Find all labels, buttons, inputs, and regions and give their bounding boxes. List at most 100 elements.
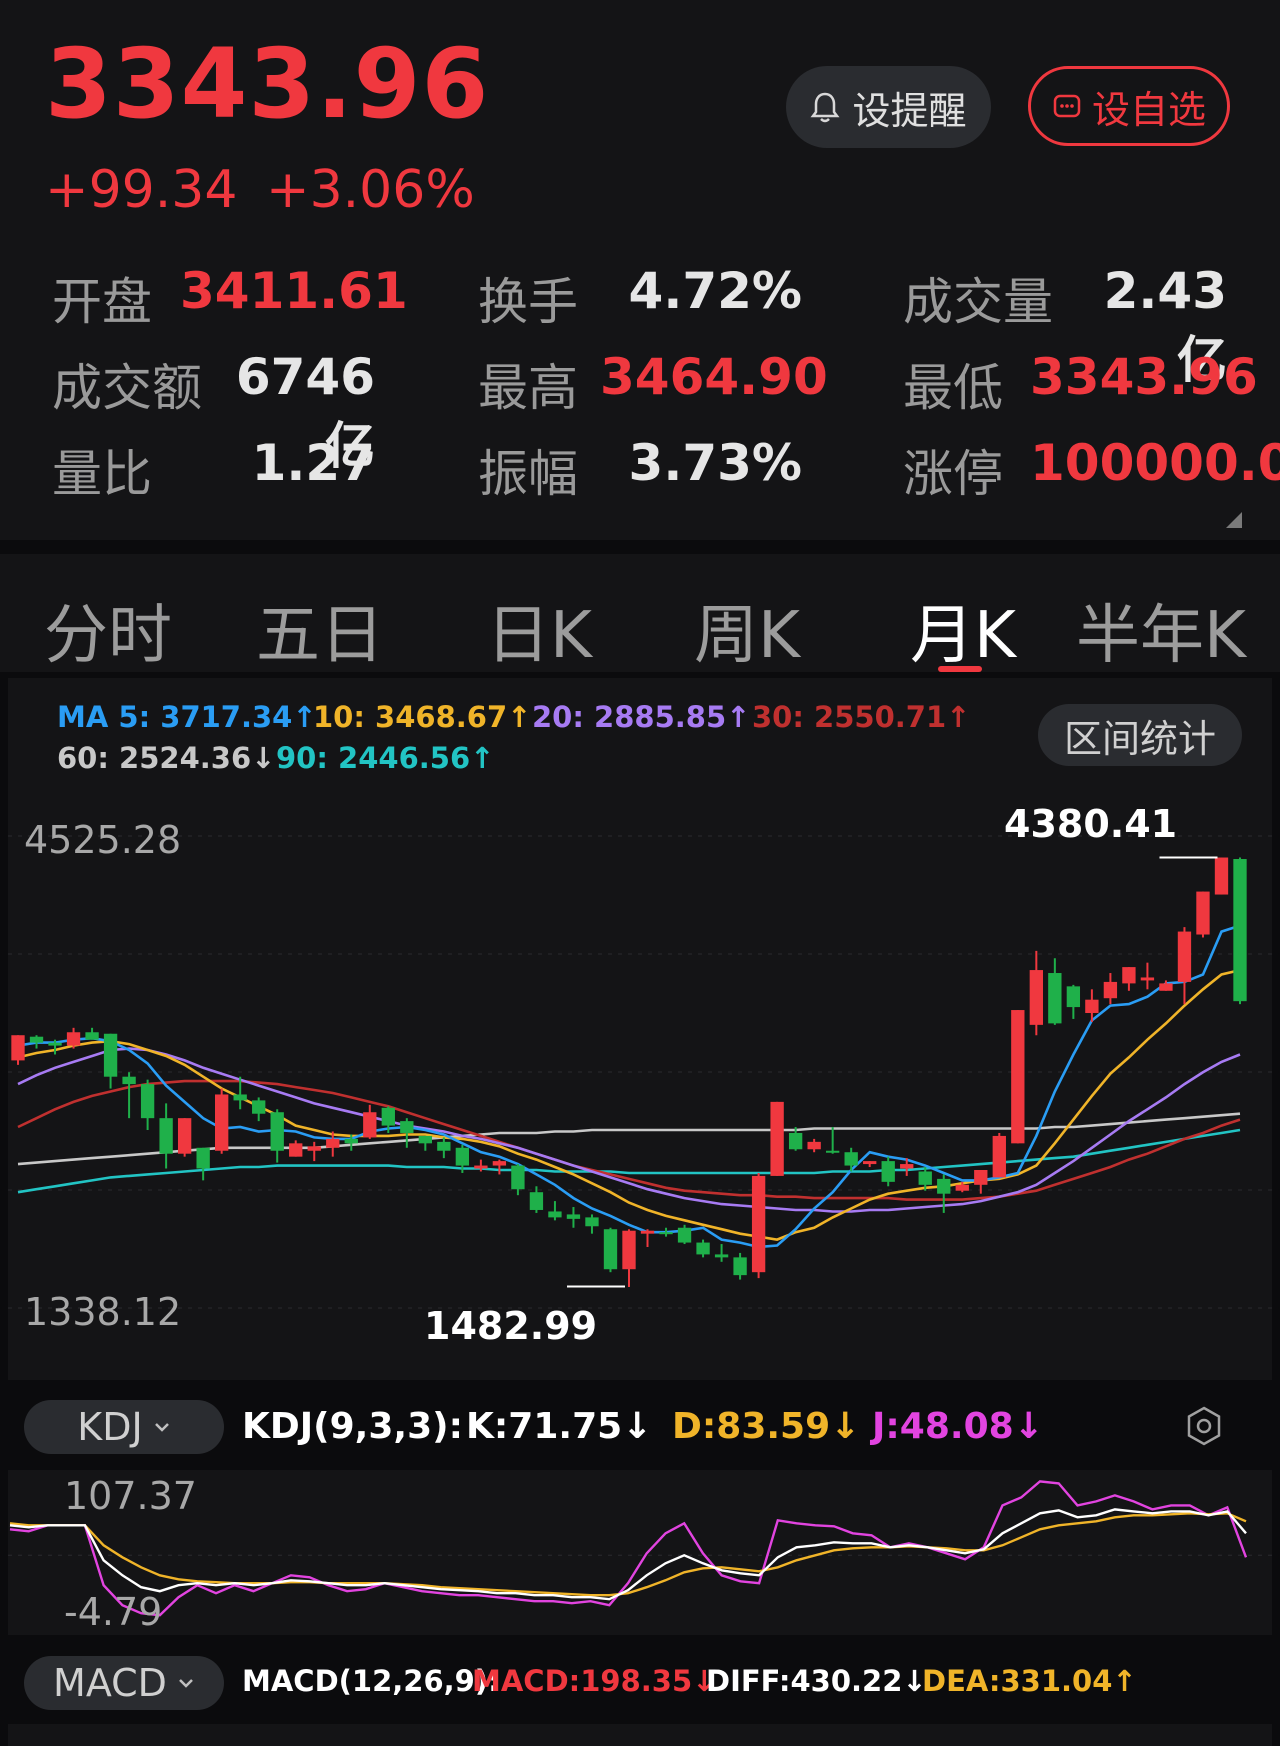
set-reminder-button[interactable]: 设提醒 bbox=[786, 66, 991, 148]
candle bbox=[622, 1229, 636, 1287]
amplitude-label: 振幅 bbox=[478, 445, 578, 503]
quote-header: 3343.96 +99.34 +3.06% 设提醒 设自选 开盘 3411.61… bbox=[0, 0, 1280, 540]
candle bbox=[400, 1118, 414, 1148]
candle-body bbox=[1066, 986, 1081, 1008]
candle-body bbox=[529, 1192, 544, 1210]
candle bbox=[1214, 857, 1229, 895]
candle-body bbox=[103, 1033, 118, 1077]
candle bbox=[307, 1141, 321, 1162]
kdj-selector-label: KDJ bbox=[77, 1405, 143, 1449]
add-watchlist-button[interactable]: 设自选 bbox=[1028, 66, 1230, 146]
candle bbox=[585, 1214, 599, 1234]
candle bbox=[140, 1079, 155, 1131]
kdj-params: KDJ(9,3,3): bbox=[242, 1406, 463, 1447]
candle bbox=[196, 1147, 210, 1181]
macd-panel bbox=[8, 1724, 1272, 1746]
macd-selector-label: MACD bbox=[53, 1661, 167, 1705]
chevron-down-icon bbox=[179, 1679, 193, 1688]
limit-up-value: 100000.0 bbox=[1030, 434, 1280, 492]
candle bbox=[1196, 891, 1210, 938]
chevron-down-icon bbox=[154, 1423, 169, 1432]
candle-body bbox=[492, 1161, 507, 1166]
candle-body bbox=[11, 1035, 25, 1061]
candle-body bbox=[659, 1232, 673, 1235]
candle-body bbox=[918, 1171, 932, 1185]
candle-body bbox=[1233, 858, 1247, 1002]
candle bbox=[770, 1101, 784, 1176]
settings-icon[interactable] bbox=[1184, 1404, 1224, 1448]
amplitude-value: 3.73% bbox=[628, 434, 802, 492]
candle bbox=[844, 1147, 858, 1172]
candle bbox=[11, 1035, 25, 1065]
candle-body bbox=[733, 1257, 747, 1276]
candle-body bbox=[196, 1147, 210, 1169]
candle-body bbox=[1177, 931, 1192, 982]
candle bbox=[603, 1227, 618, 1273]
limit-up-label: 涨停 bbox=[903, 445, 1003, 503]
candle-body bbox=[566, 1214, 581, 1219]
candle-body bbox=[548, 1211, 562, 1218]
candle bbox=[677, 1224, 692, 1245]
tab-five-day[interactable]: 五日 bbox=[256, 584, 384, 676]
candle-body bbox=[826, 1150, 840, 1153]
tab-weekly-k[interactable]: 周K bbox=[694, 584, 800, 676]
turnover-value: 4.72% bbox=[628, 262, 802, 320]
candle-body bbox=[900, 1164, 914, 1169]
turnover-label: 换手 bbox=[478, 273, 578, 331]
candle bbox=[1177, 927, 1192, 1005]
candle-body bbox=[1048, 973, 1062, 1024]
candle bbox=[289, 1140, 303, 1157]
candle bbox=[548, 1201, 562, 1221]
tab-intraday[interactable]: 分时 bbox=[44, 584, 172, 676]
candle bbox=[103, 1033, 118, 1089]
tab-monthly-k[interactable]: 月K bbox=[910, 584, 1016, 676]
candle bbox=[659, 1227, 673, 1237]
candle bbox=[640, 1229, 655, 1248]
amount-label: 成交额 bbox=[52, 359, 202, 417]
candle bbox=[418, 1135, 432, 1151]
candle bbox=[66, 1027, 81, 1049]
macd-value: MACD:198.35↓ bbox=[472, 1664, 717, 1698]
tab-half-year-k-label: 半年K bbox=[1076, 599, 1246, 673]
candle-body bbox=[696, 1242, 710, 1255]
range-stats-button[interactable]: 区间统计 bbox=[1038, 704, 1242, 766]
kdj-k-value: K:71.75↓ bbox=[466, 1406, 653, 1447]
candle-body bbox=[844, 1152, 858, 1166]
candle-body bbox=[177, 1118, 192, 1154]
ma20-legend: 20: 2885.85↑ bbox=[532, 700, 751, 734]
candle bbox=[566, 1207, 581, 1228]
candle bbox=[992, 1132, 1006, 1178]
candle bbox=[1233, 857, 1247, 1005]
candle-body bbox=[511, 1165, 525, 1190]
candle bbox=[1103, 973, 1118, 1005]
expand-corner-icon[interactable] bbox=[1226, 512, 1242, 528]
high-label: 最高 bbox=[478, 359, 578, 417]
candle-body bbox=[770, 1101, 784, 1176]
candle bbox=[714, 1244, 729, 1262]
add-watchlist-label: 设自选 bbox=[1091, 87, 1206, 132]
candle-body bbox=[289, 1143, 303, 1157]
candle-body bbox=[85, 1032, 99, 1040]
candle bbox=[826, 1127, 840, 1154]
candle-body bbox=[1140, 977, 1155, 981]
kline-chart[interactable] bbox=[0, 790, 1280, 1380]
high-value: 3464.90 bbox=[600, 348, 828, 406]
tab-daily-k[interactable]: 日K bbox=[486, 584, 592, 676]
low-label: 最低 bbox=[903, 359, 1003, 417]
candle-body bbox=[881, 1161, 895, 1182]
indicator-selector-kdj[interactable]: KDJ bbox=[24, 1400, 224, 1454]
candle-body bbox=[807, 1141, 821, 1150]
candle-body bbox=[1011, 1010, 1025, 1144]
indicator-selector-macd[interactable]: MACD bbox=[24, 1656, 224, 1710]
candle-body bbox=[1029, 970, 1043, 1025]
set-reminder-label: 设提醒 bbox=[852, 88, 967, 133]
candle bbox=[751, 1172, 766, 1279]
candle-body bbox=[1214, 857, 1229, 895]
candle bbox=[492, 1159, 507, 1175]
y-axis-bottom-label: 1338.12 bbox=[24, 1290, 182, 1334]
macd-dea-value: DEA:331.04↑ bbox=[922, 1664, 1137, 1698]
low-value: 3343.96 bbox=[1030, 348, 1258, 406]
ma60-legend: 60: 2524.36↓ bbox=[57, 741, 276, 775]
candle bbox=[1048, 958, 1062, 1025]
y-axis-top-label: 4525.28 bbox=[24, 818, 182, 862]
